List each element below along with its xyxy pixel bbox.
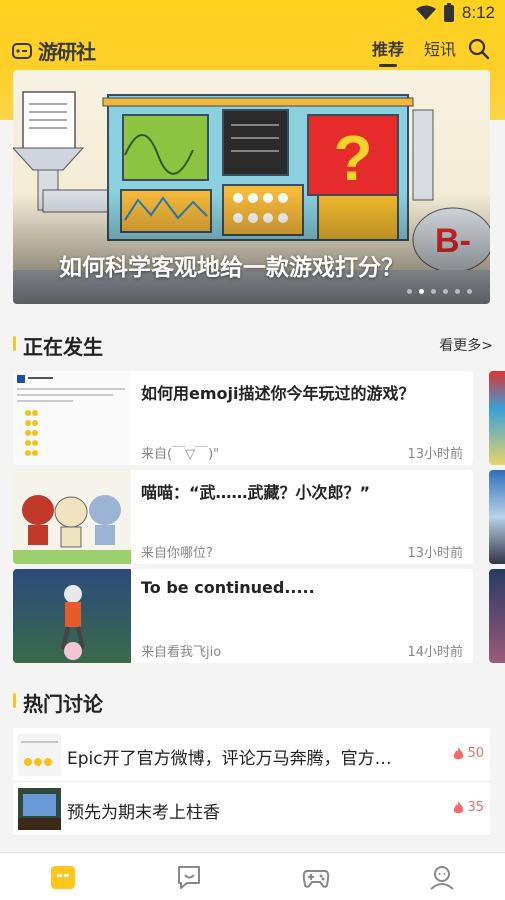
top-tabs: 推荐 短讯 <box>372 36 456 67</box>
section-accent-bar <box>13 693 16 708</box>
list-item[interactable]: Epic开了官方微博，评论万马奔腾，官方回复... 50 <box>13 728 490 782</box>
flame-icon <box>454 746 464 759</box>
banner-title: 如何科学客观地给一款游戏打分？ <box>59 255 404 281</box>
item-title: Epic开了官方微博，评论万马奔腾，官方回复... <box>67 749 403 769</box>
tab-recommend[interactable]: 推荐 <box>372 36 404 67</box>
see-more-link[interactable]: 看更多> <box>439 335 493 355</box>
status-bar: 8:12 <box>0 0 505 26</box>
banner-dot[interactable] <box>407 289 412 294</box>
card-title: To be continued..... <box>141 578 315 597</box>
news-card[interactable]: To be continued..... 来自看我飞jio 14小时前 <box>13 569 473 663</box>
tab-news-flash[interactable]: 短讯 <box>424 36 456 60</box>
heat-count: 35 <box>453 800 484 815</box>
bottom-nav <box>0 852 505 900</box>
profile-tab[interactable] <box>379 853 505 900</box>
user-icon <box>430 865 454 890</box>
card-title: 如何用emoji描述你今年玩过的游戏？ <box>141 384 415 403</box>
card-time: 14小时前 <box>407 645 463 660</box>
games-tab[interactable] <box>253 853 379 900</box>
app-header: 游研社 推荐 短讯 <box>0 30 505 68</box>
banner-dot[interactable] <box>443 289 448 294</box>
happening-section-header: 正在发生 看更多> <box>13 331 493 359</box>
item-thumbnail <box>18 788 61 830</box>
flame-icon <box>454 800 464 813</box>
peek-card[interactable] <box>489 569 505 663</box>
peek-card[interactable] <box>489 470 505 564</box>
battery-icon <box>443 2 454 22</box>
hot-discussion-list: Epic开了官方微博，评论万马奔腾，官方回复... 50 预先为期末考上柱香 3… <box>13 728 490 836</box>
card-thumbnail <box>13 470 131 564</box>
home-tab[interactable] <box>0 853 126 900</box>
card-source: 来自(￣▽￣)" <box>141 447 220 462</box>
section-title: 正在发生 <box>23 335 103 359</box>
card-time: 13小时前 <box>407 447 463 462</box>
card-thumbnail <box>13 371 131 465</box>
card-title: 喵喵：“武……武藏？小次郎？” <box>141 483 371 502</box>
search-icon[interactable] <box>468 38 490 60</box>
card-source: 来自看我飞jio <box>141 645 222 660</box>
status-time: 8:12 <box>461 3 495 22</box>
item-thumbnail <box>18 734 61 776</box>
banner-dot[interactable] <box>455 289 460 294</box>
heat-count: 50 <box>453 746 484 761</box>
section-title: 热门讨论 <box>23 692 103 716</box>
news-card[interactable]: 如何用emoji描述你今年玩过的游戏？ 来自(￣▽￣)" 13小时前 <box>13 371 473 465</box>
chat-tab[interactable] <box>126 853 252 900</box>
featured-banner[interactable]: ? B- 如何科学客观地给一款游戏打分？ <box>13 70 490 304</box>
app-logo[interactable]: 游研社 <box>12 36 96 65</box>
heat-count-value: 35 <box>467 800 484 815</box>
home-icon <box>51 865 76 889</box>
heat-count-value: 50 <box>467 746 484 761</box>
banner-pagination <box>407 289 472 294</box>
chat-icon <box>178 865 201 889</box>
card-source: 来自你哪位? <box>141 546 213 561</box>
banner-dot[interactable] <box>431 289 436 294</box>
section-accent-bar <box>13 336 16 351</box>
gamepad-icon <box>302 869 329 888</box>
wifi-icon <box>415 5 436 20</box>
banner-dot[interactable] <box>467 289 472 294</box>
news-card[interactable]: 喵喵：“武……武藏？小次郎？” 来自你哪位? 13小时前 <box>13 470 473 564</box>
hot-section-header: 热门讨论 <box>13 688 493 716</box>
card-time: 13小时前 <box>407 546 463 561</box>
peek-card[interactable] <box>489 371 505 465</box>
gamepad-logo-icon <box>12 42 32 59</box>
logo-text: 游研社 <box>38 40 96 64</box>
item-title: 预先为期末考上柱香 <box>67 803 220 823</box>
banner-dot-active[interactable] <box>419 289 424 294</box>
svg-text:?: ? <box>333 122 372 194</box>
card-thumbnail <box>13 569 131 663</box>
list-item[interactable]: 预先为期末考上柱香 35 <box>13 782 490 836</box>
